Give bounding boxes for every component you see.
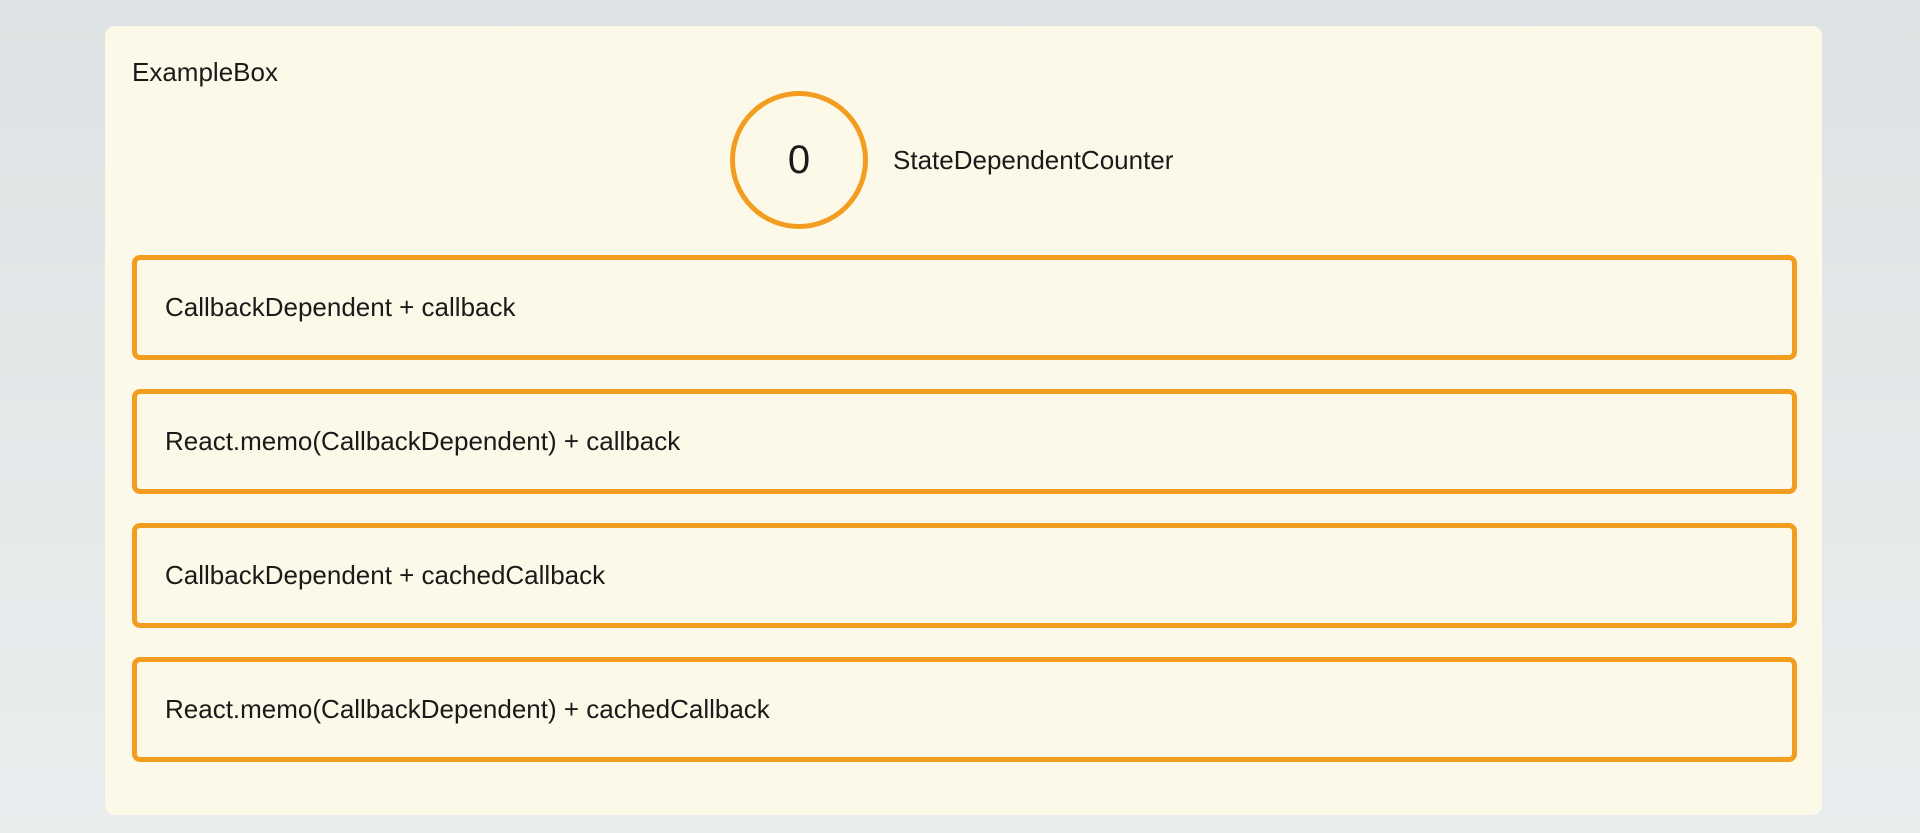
counter-value-button[interactable]: 0 [730,91,868,229]
cached-callback-dependent-item[interactable]: CallbackDependent + cachedCallback [132,523,1797,628]
callback-dependent-item[interactable]: CallbackDependent + callback [132,255,1797,360]
memo-callback-dependent-item[interactable]: React.memo(CallbackDependent) + callback [132,389,1797,494]
callback-dependent-list: CallbackDependent + callback React.memo(… [132,255,1797,762]
example-box-title: ExampleBox [132,57,278,87]
counter-label: StateDependentCounter [893,144,1174,175]
state-dependent-counter: 0 StateDependentCounter [730,91,1174,229]
memo-cached-callback-dependent-item[interactable]: React.memo(CallbackDependent) + cachedCa… [132,657,1797,762]
example-box: ExampleBox 0 StateDependentCounter Callb… [105,26,1822,815]
